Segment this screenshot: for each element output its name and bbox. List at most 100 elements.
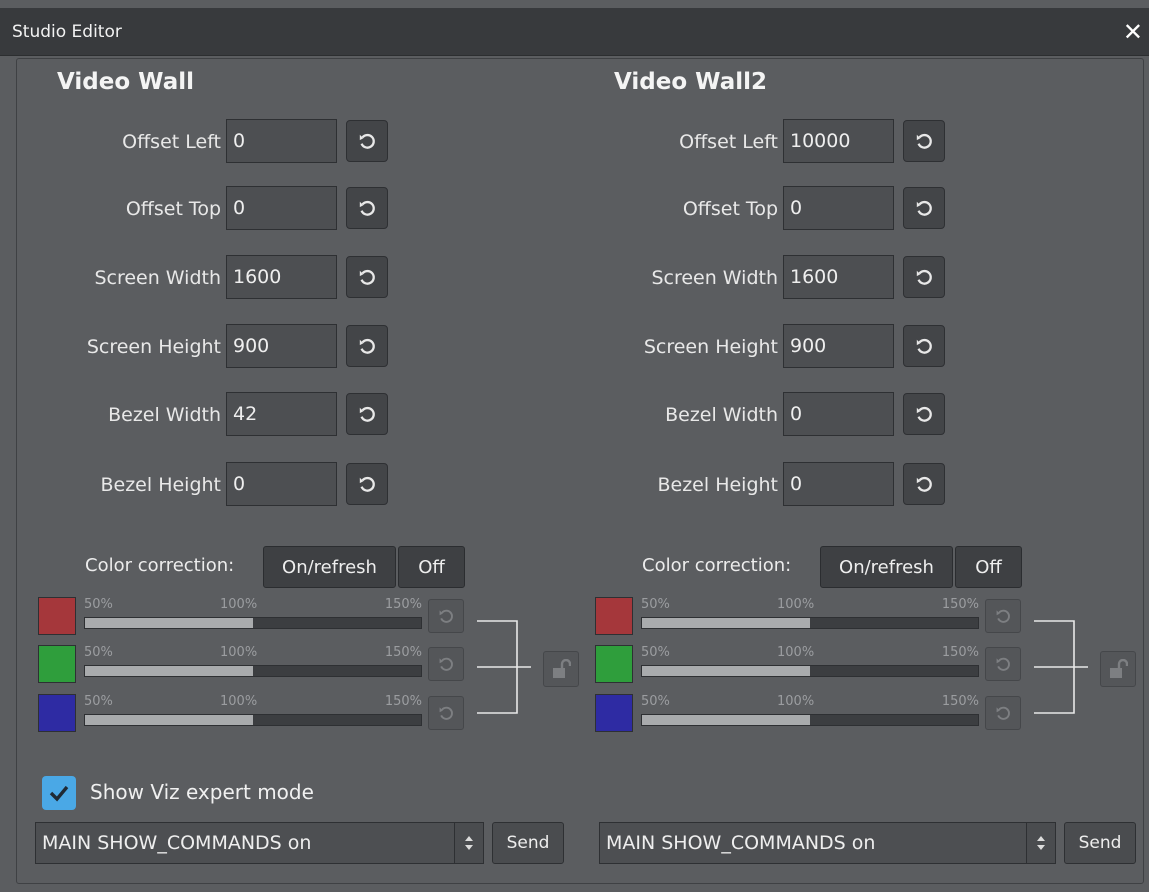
offset-top-reset-button[interactable] bbox=[346, 187, 388, 229]
blue-channel-slider[interactable]: 50% 100% 150% bbox=[641, 694, 979, 732]
reset-icon bbox=[916, 133, 932, 149]
green-channel-slider[interactable]: 50% 100% 150% bbox=[641, 645, 979, 683]
reset-icon bbox=[996, 706, 1010, 720]
green-channel-reset-button[interactable] bbox=[428, 647, 464, 681]
green-channel-slider[interactable]: 50% 100% 150% bbox=[84, 645, 422, 683]
screen-height-input[interactable]: 900 bbox=[783, 324, 894, 368]
command-select-arrows[interactable] bbox=[1026, 822, 1056, 864]
green-channel-swatch bbox=[595, 645, 633, 683]
slider-ticks: 50% 100% 150% bbox=[84, 645, 422, 663]
bezel-height-label: Bezel Height bbox=[657, 474, 778, 496]
tick-label: 150% bbox=[941, 694, 979, 709]
screen-width-row: Screen Width 1600 bbox=[17, 255, 417, 301]
tick-label: 50% bbox=[84, 645, 113, 660]
command-select[interactable]: MAIN SHOW_COMMANDS on bbox=[599, 822, 1027, 864]
slider-ticks: 50% 100% 150% bbox=[641, 694, 979, 712]
offset-left-input[interactable]: 0 bbox=[226, 119, 337, 163]
color-correction-on-button[interactable]: On/refresh bbox=[820, 546, 953, 588]
expert-mode-checkbox[interactable] bbox=[42, 776, 76, 810]
channel-link-bracket bbox=[477, 620, 531, 714]
screen-height-input[interactable]: 900 bbox=[226, 324, 337, 368]
send-button[interactable]: Send bbox=[1064, 822, 1136, 864]
bezel-width-input[interactable]: 0 bbox=[783, 392, 894, 436]
send-button[interactable]: Send bbox=[492, 822, 564, 864]
color-correction-off-button[interactable]: Off bbox=[955, 546, 1022, 588]
video-wall-heading: Video Wall bbox=[57, 69, 194, 95]
slider-track bbox=[84, 714, 422, 726]
channel-link-bracket bbox=[1034, 620, 1088, 714]
reset-icon bbox=[996, 657, 1010, 671]
tick-label: 100% bbox=[777, 694, 815, 709]
bezel-height-row: Bezel Height 0 bbox=[17, 462, 417, 508]
screen-width-row: Screen Width 1600 bbox=[574, 255, 974, 301]
offset-top-input[interactable]: 0 bbox=[226, 186, 337, 230]
red-channel-reset-button[interactable] bbox=[985, 599, 1021, 633]
blue-channel-slider[interactable]: 50% 100% 150% bbox=[84, 694, 422, 732]
slider-ticks: 50% 100% 150% bbox=[84, 597, 422, 615]
bezel-width-reset-button[interactable] bbox=[903, 393, 945, 435]
slider-track bbox=[641, 617, 979, 629]
slider-track bbox=[84, 665, 422, 677]
bezel-width-row: Bezel Width 0 bbox=[574, 392, 974, 438]
screen-width-input[interactable]: 1600 bbox=[226, 255, 337, 299]
green-channel-reset-button[interactable] bbox=[985, 647, 1021, 681]
screen-height-reset-button[interactable] bbox=[903, 325, 945, 367]
reset-icon bbox=[916, 406, 932, 422]
tick-label: 50% bbox=[84, 597, 113, 612]
screen-width-label: Screen Width bbox=[651, 267, 778, 289]
reset-icon bbox=[439, 706, 453, 720]
reset-icon bbox=[916, 476, 932, 492]
tick-label: 50% bbox=[641, 645, 670, 660]
bezel-height-input[interactable]: 0 bbox=[783, 462, 894, 506]
video-wall-2-section: Video Wall2 Offset Left 10000 Offset Top… bbox=[574, 59, 1136, 883]
screen-height-reset-button[interactable] bbox=[346, 325, 388, 367]
screen-width-reset-button[interactable] bbox=[346, 256, 388, 298]
bezel-height-reset-button[interactable] bbox=[346, 463, 388, 505]
offset-top-label: Offset Top bbox=[682, 198, 778, 220]
slider-fill bbox=[642, 666, 810, 676]
blue-channel-reset-button[interactable] bbox=[428, 696, 464, 730]
up-down-arrows-icon bbox=[1037, 836, 1045, 850]
offset-top-reset-button[interactable] bbox=[903, 187, 945, 229]
close-icon[interactable]: ✕ bbox=[1123, 18, 1143, 46]
tick-label: 150% bbox=[941, 645, 979, 660]
slider-track bbox=[641, 665, 979, 677]
reset-icon bbox=[916, 338, 932, 354]
bezel-width-input[interactable]: 42 bbox=[226, 392, 337, 436]
title-bar: Studio Editor ✕ bbox=[0, 8, 1149, 56]
reset-icon bbox=[439, 657, 453, 671]
expert-mode-label: Show Viz expert mode bbox=[90, 780, 314, 804]
unlock-icon bbox=[553, 659, 571, 678]
slider-ticks: 50% 100% 150% bbox=[641, 597, 979, 615]
screen-width-input[interactable]: 1600 bbox=[783, 255, 894, 299]
offset-left-input[interactable]: 10000 bbox=[783, 119, 894, 163]
reset-icon bbox=[916, 269, 932, 285]
red-channel-slider[interactable]: 50% 100% 150% bbox=[641, 597, 979, 635]
color-correction-off-button[interactable]: Off bbox=[398, 546, 465, 588]
offset-left-label: Offset Left bbox=[122, 131, 221, 153]
studio-editor-window: Studio Editor ✕ Video Wall Offset Left 0… bbox=[0, 0, 1149, 892]
red-channel-reset-button[interactable] bbox=[428, 599, 464, 633]
bezel-height-row: Bezel Height 0 bbox=[574, 462, 974, 508]
screen-width-reset-button[interactable] bbox=[903, 256, 945, 298]
blue-channel-reset-button[interactable] bbox=[985, 696, 1021, 730]
offset-left-reset-button[interactable] bbox=[346, 120, 388, 162]
offset-left-row: Offset Left 10000 bbox=[574, 119, 974, 165]
color-correction-on-button[interactable]: On/refresh bbox=[263, 546, 396, 588]
bezel-height-label: Bezel Height bbox=[100, 474, 221, 496]
reset-icon bbox=[359, 406, 375, 422]
bezel-height-reset-button[interactable] bbox=[903, 463, 945, 505]
command-select-arrows[interactable] bbox=[454, 822, 484, 864]
command-select[interactable]: MAIN SHOW_COMMANDS on bbox=[35, 822, 455, 864]
offset-left-reset-button[interactable] bbox=[903, 120, 945, 162]
green-channel-swatch bbox=[38, 645, 76, 683]
tick-label: 150% bbox=[941, 597, 979, 612]
bezel-height-input[interactable]: 0 bbox=[226, 462, 337, 506]
tick-label: 50% bbox=[641, 694, 670, 709]
red-channel-slider[interactable]: 50% 100% 150% bbox=[84, 597, 422, 635]
offset-top-input[interactable]: 0 bbox=[783, 186, 894, 230]
bezel-width-reset-button[interactable] bbox=[346, 393, 388, 435]
tick-label: 100% bbox=[220, 645, 258, 660]
channel-lock-button[interactable] bbox=[1100, 651, 1136, 687]
window-title: Studio Editor bbox=[12, 22, 122, 42]
